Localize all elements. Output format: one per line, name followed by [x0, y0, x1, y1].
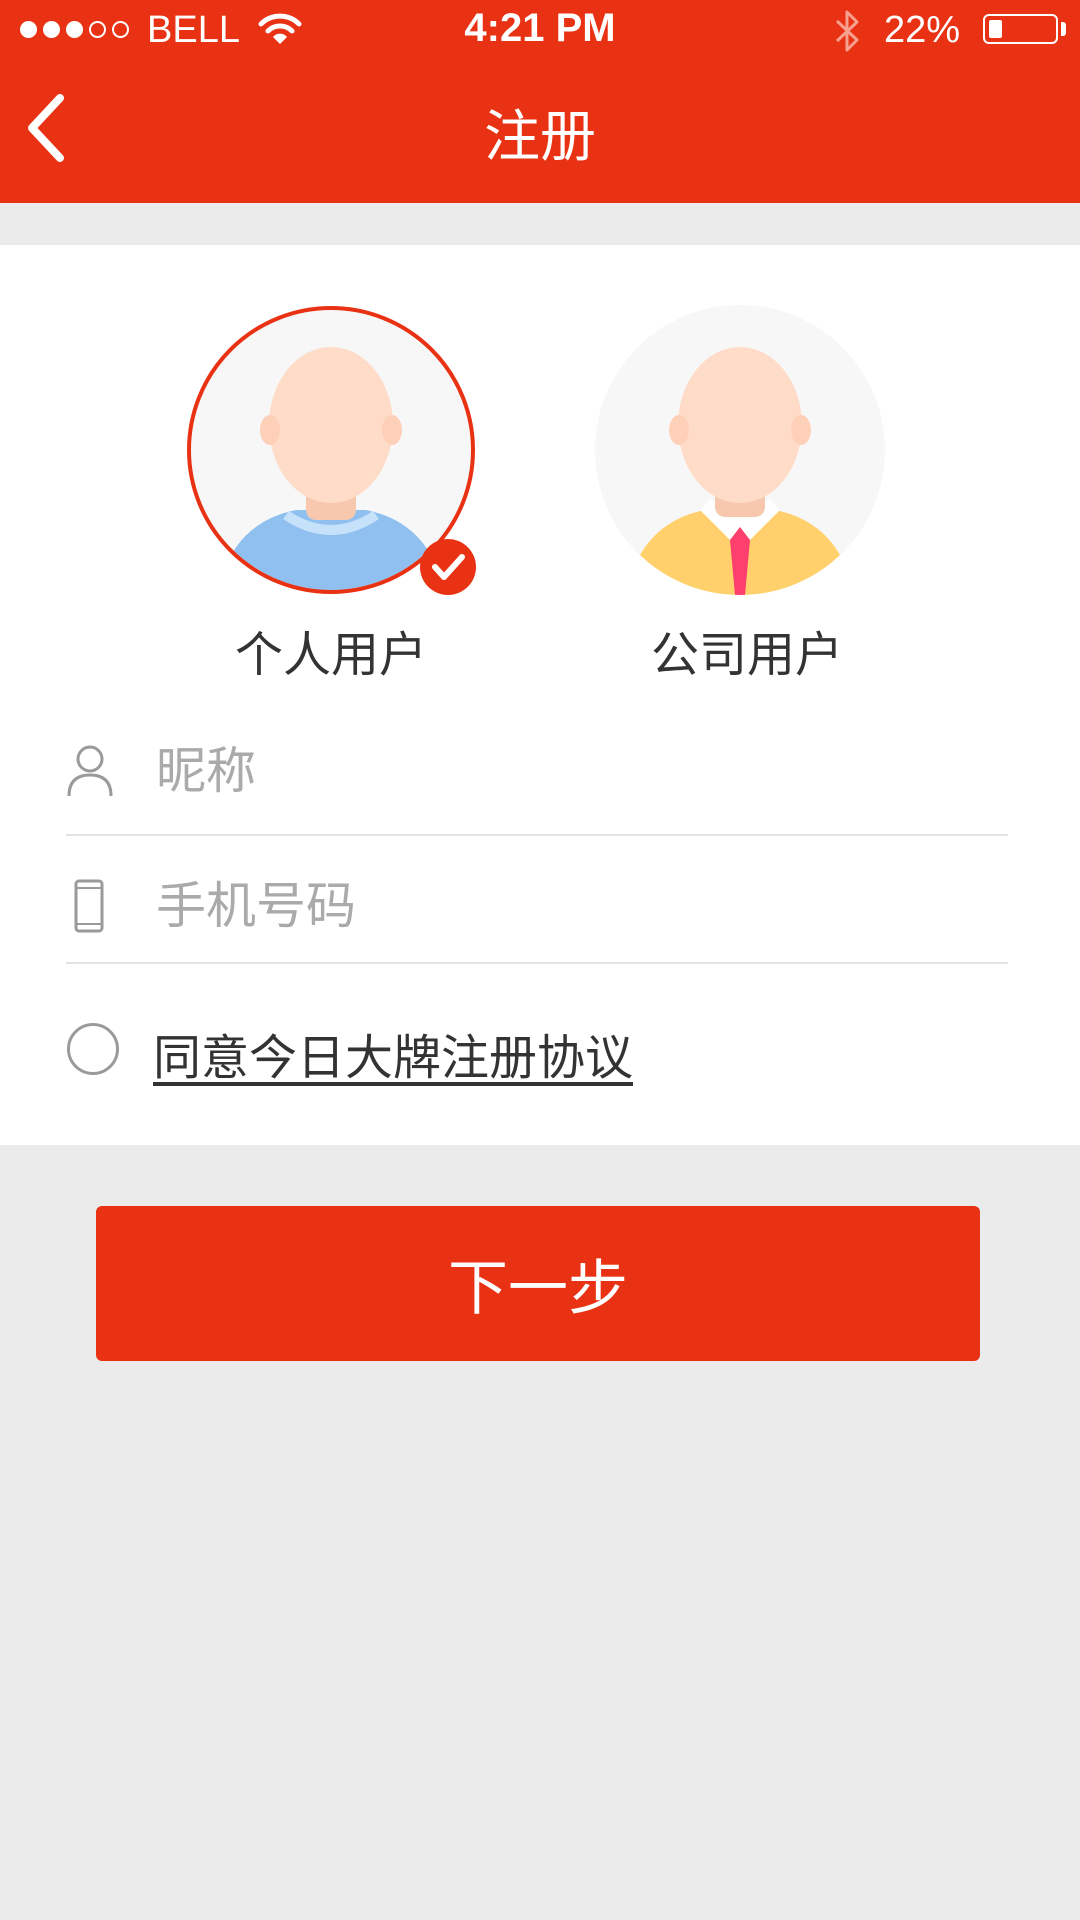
- agreement-link[interactable]: 同意今日大牌注册协议: [153, 1018, 633, 1088]
- battery-percent: 22%: [884, 9, 961, 51]
- divider: [66, 962, 1008, 964]
- form-card: [0, 245, 1080, 1145]
- phone-row: [66, 855, 1008, 957]
- next-step-button[interactable]: 下一步: [96, 1206, 980, 1361]
- bluetooth-icon: [835, 10, 859, 52]
- user-icon: [67, 745, 113, 797]
- status-bar: BELL 4:21 PM 22%: [0, 0, 1080, 60]
- battery-icon: [983, 14, 1058, 44]
- personal-user-option[interactable]: [186, 305, 476, 595]
- personal-user-label[interactable]: 个人用户: [186, 615, 476, 685]
- nickname-input[interactable]: [154, 720, 978, 822]
- nickname-row: [66, 720, 1008, 822]
- page-title: 注册: [484, 105, 596, 170]
- personal-user-avatar-icon: [187, 306, 476, 595]
- battery-tip: [1061, 22, 1066, 36]
- phone-icon: [74, 879, 104, 933]
- phone-input[interactable]: [154, 855, 978, 957]
- selected-check-icon: [420, 539, 476, 595]
- company-user-label[interactable]: 公司用户: [602, 615, 892, 685]
- company-user-option[interactable]: [595, 305, 885, 595]
- company-user-avatar-icon: [595, 305, 885, 595]
- divider: [66, 834, 1008, 836]
- agreement-checkbox[interactable]: [67, 1023, 119, 1075]
- battery-level: [989, 20, 1002, 38]
- app-header: BELL 4:21 PM 22% 注册: [0, 0, 1080, 203]
